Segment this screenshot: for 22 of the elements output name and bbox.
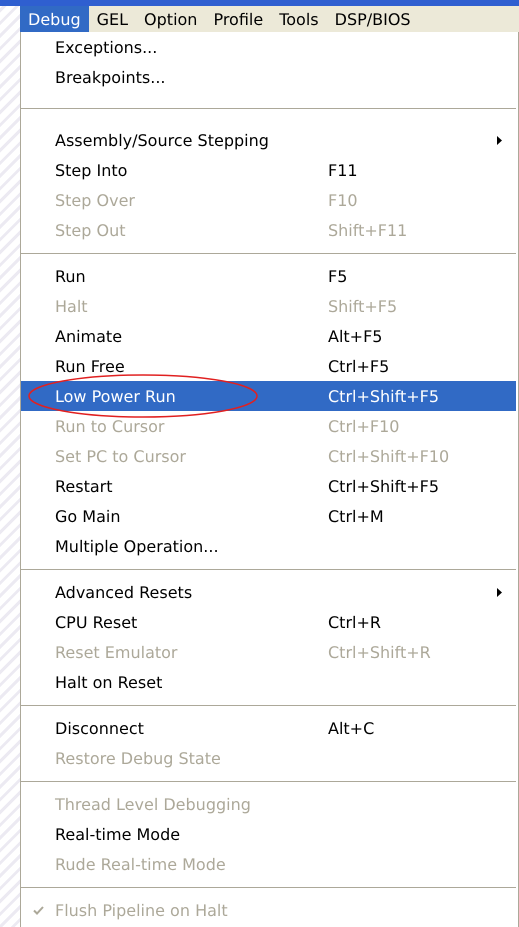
menu-title[interactable]: GEL (88, 6, 136, 32)
menu-item[interactable]: Advanced Resets (21, 577, 516, 607)
menu-item[interactable]: Breakpoints... (21, 62, 516, 92)
menu-item[interactable]: Multiple Operation... (21, 531, 516, 561)
menu-item[interactable]: Go Main Ctrl+M (21, 501, 516, 531)
menu-item[interactable]: Run F5 (21, 261, 516, 291)
menu-item[interactable]: Animate Alt+F5 (21, 321, 516, 351)
menu-item[interactable]: CPU Reset Ctrl+R (21, 607, 516, 637)
menu-title[interactable]: Profile (205, 6, 272, 32)
menu-item[interactable]: Disconnect Alt+C (21, 713, 516, 743)
menu-title[interactable]: Debug (20, 6, 89, 32)
menu-item[interactable]: Low Power Run Ctrl+Shift+F5 (21, 381, 516, 411)
menu-item[interactable]: Exceptions... (21, 32, 516, 62)
menu-item[interactable]: Restart Ctrl+Shift+F5 (21, 471, 516, 501)
menu-item[interactable]: Halt on Reset (21, 667, 516, 697)
menu-item[interactable]: Real-time Mode (21, 819, 516, 849)
menu-item[interactable]: Step Into F11 (21, 155, 516, 185)
menu-item[interactable]: Assembly/Source Stepping (21, 125, 516, 155)
menu-title[interactable]: DSP/BIOS (326, 6, 419, 32)
menu-item[interactable]: Run Free Ctrl+F5 (21, 351, 516, 381)
menu-title[interactable]: Option (136, 6, 206, 32)
menu-title[interactable]: Tools (271, 6, 327, 32)
